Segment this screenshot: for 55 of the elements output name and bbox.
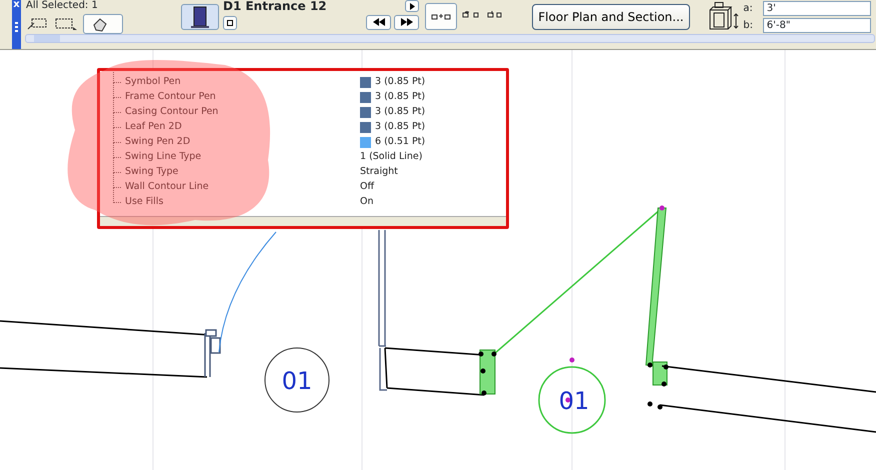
anchor-points-icon[interactable] <box>462 10 502 20</box>
dimension-label: a: <box>743 2 754 16</box>
dimension-field[interactable]: 6'-8" <box>762 18 871 33</box>
property-value[interactable]: 3 (0.85 Pt) <box>375 90 426 105</box>
property-name[interactable]: Casing Contour Pen <box>125 105 360 120</box>
zone-label[interactable]: 01 <box>558 387 590 415</box>
property-name[interactable]: Wall Contour Line <box>125 180 360 195</box>
marquee-icon[interactable] <box>54 16 78 31</box>
door-icon <box>190 6 210 28</box>
property-value[interactable]: Straight <box>360 165 398 180</box>
property-value[interactable]: 6 (0.51 Pt) <box>375 135 426 150</box>
door-frame-drawing <box>204 329 221 378</box>
floor-plan-section-button[interactable]: Floor Plan and Section... <box>532 4 690 30</box>
small-square-button[interactable] <box>223 16 237 30</box>
property-name[interactable]: Leaf Pen 2D <box>125 120 360 135</box>
zone-stamp-circle[interactable] <box>538 366 606 434</box>
dimension-field[interactable]: 3' <box>762 1 871 16</box>
element-name: D1 Entrance 12 <box>223 0 328 13</box>
property-value[interactable]: 3 (0.85 Pt) <box>375 75 426 90</box>
square-icon <box>227 20 233 26</box>
forward-button[interactable] <box>394 14 419 30</box>
property-name[interactable]: Frame Contour Pen <box>125 90 360 105</box>
zone-label: 01 <box>282 367 312 395</box>
property-name[interactable]: Swing Pen 2D <box>125 135 360 150</box>
dimension-label: b: <box>743 19 754 33</box>
play-icon <box>410 2 414 10</box>
door-tool-button[interactable] <box>181 4 219 30</box>
property-value[interactable]: 3 (0.85 Pt) <box>375 120 426 135</box>
property-name[interactable]: Swing Line Type <box>125 150 360 165</box>
property-value[interactable]: 1 (Solid Line) <box>360 150 422 165</box>
door-dimension-icon <box>706 2 740 32</box>
plan-canvas[interactable] <box>0 50 876 470</box>
palette-grip[interactable]: x <box>12 0 21 49</box>
horizontal-scrollbar[interactable] <box>25 34 875 43</box>
close-icon[interactable]: x <box>13 0 20 10</box>
zone-stamp-circle <box>264 348 330 412</box>
rewind-button[interactable] <box>366 14 392 30</box>
selection-count: All Selected: 1 <box>26 0 99 11</box>
selection-method-icon[interactable] <box>26 16 48 31</box>
property-value[interactable]: 3 (0.85 Pt) <box>375 105 426 120</box>
tool-button[interactable] <box>83 14 123 34</box>
anchor-button[interactable] <box>424 3 456 30</box>
property-name[interactable]: Swing Type <box>125 165 360 180</box>
property-value[interactable]: On <box>360 195 374 210</box>
property-value[interactable]: Off <box>360 180 374 195</box>
property-name[interactable]: Use Fills <box>125 195 360 210</box>
selected-door-drawing[interactable] <box>478 206 668 410</box>
grip-dots-icon[interactable] <box>15 22 18 33</box>
play-button[interactable] <box>405 0 419 12</box>
anchor-points-icon <box>430 12 450 20</box>
rewind-icon <box>372 18 385 26</box>
property-name[interactable]: Symbol Pen <box>125 75 360 90</box>
scroll-thumb[interactable] <box>34 35 60 42</box>
forward-icon <box>400 18 412 26</box>
door-frame-drawing <box>379 348 387 391</box>
